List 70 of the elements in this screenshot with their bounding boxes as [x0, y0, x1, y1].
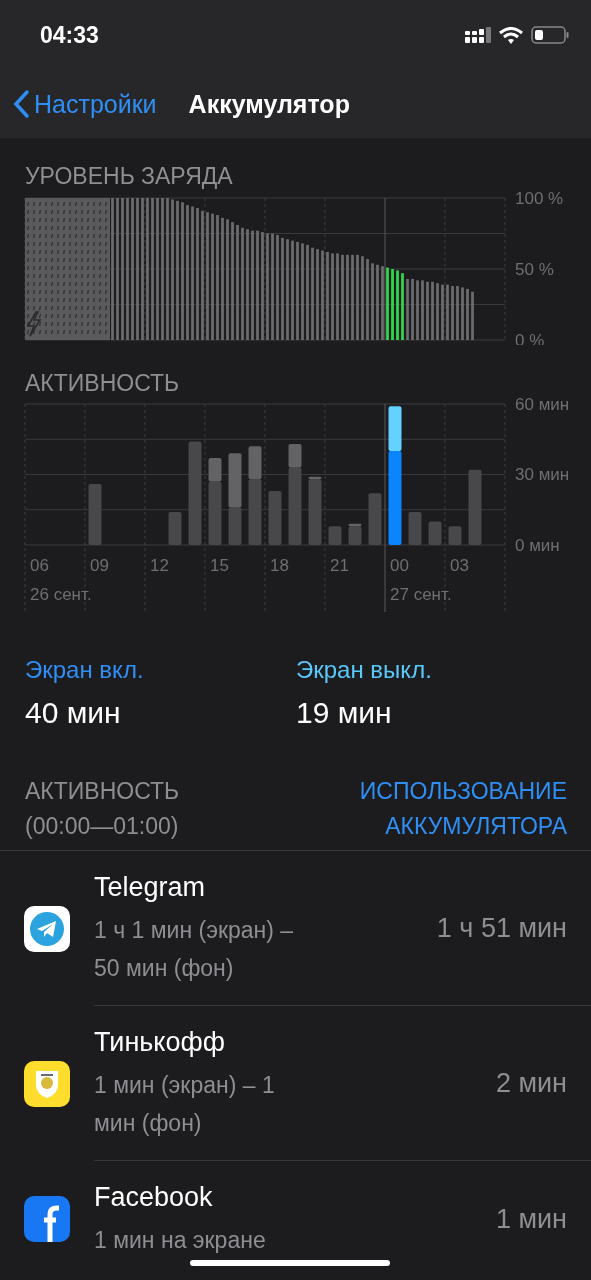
app-name: Telegram — [94, 871, 207, 904]
wifi-icon — [499, 26, 523, 44]
signal-icon — [465, 27, 491, 43]
app-usage-time: 1 мин — [495, 1204, 567, 1235]
battery-bar — [406, 278, 409, 340]
date-label: 27 сент. — [390, 585, 452, 604]
section-title: АКТИВНОСТЬ — [24, 369, 181, 397]
axis-label: 21 — [330, 556, 349, 575]
activity-bar — [428, 521, 442, 545]
charging-icon — [26, 311, 42, 337]
activity-bar — [328, 526, 342, 545]
battery-bar — [401, 273, 404, 340]
app-usage-detail: 1 мин на экране — [94, 1226, 267, 1255]
chevron-icon — [12, 89, 30, 119]
metric-label: Экран выкл. — [296, 655, 433, 685]
activity-bar — [268, 490, 282, 545]
app-usage-time: 1 ч 51 мин — [436, 913, 567, 944]
axis-label: 12 — [150, 556, 169, 575]
axis-label: 00 — [390, 556, 409, 575]
battery-bar — [391, 269, 394, 340]
axis-label: 60 мин — [515, 397, 570, 414]
app-icon — [24, 905, 70, 952]
metric-value: 40 мин — [25, 695, 122, 731]
axis-label: 50 % — [515, 259, 554, 279]
time-range: (00:00—01:00) — [25, 812, 180, 841]
axis-label: 03 — [450, 556, 469, 575]
axis-label: 06 — [30, 556, 49, 575]
metric-value: 19 мин — [296, 695, 393, 731]
battery-bar — [446, 284, 449, 340]
activity-bar — [168, 512, 182, 545]
usage-toggle-link[interactable]: ИСПОЛЬЗОВАНИЕ АККУМУЛЯТОРА — [307, 774, 567, 844]
battery-bar — [431, 281, 434, 340]
axis-label: 100 % — [515, 190, 564, 208]
app-icon — [24, 1060, 70, 1107]
date-label: 26 сент. — [30, 585, 92, 604]
battery-bar — [461, 287, 464, 340]
battery-bar — [396, 270, 399, 340]
activity-bar — [368, 493, 382, 545]
back-button[interactable]: Настройки — [12, 89, 157, 119]
battery-bar — [441, 284, 444, 340]
axis-label: 15 — [210, 556, 229, 575]
axis-label: 30 мин — [515, 465, 570, 484]
page-title: Аккумулятор — [188, 89, 350, 119]
activity-bar — [448, 526, 462, 545]
battery-bar — [451, 286, 454, 340]
battery-icon — [531, 26, 569, 44]
battery-bar — [421, 280, 424, 340]
section-title: АКТИВНОСТЬ — [25, 777, 180, 806]
axis-label: 18 — [270, 556, 289, 575]
battery-bar — [471, 291, 474, 340]
battery-bar — [416, 280, 419, 340]
app-name: Тинькофф — [94, 1026, 226, 1059]
metric-label: Экран вкл. — [25, 655, 145, 685]
axis-label: 0 % — [515, 330, 545, 345]
battery-bar — [436, 283, 439, 340]
axis-label: 0 мин — [515, 535, 560, 555]
app-usage-detail: 1 мин (экран) – 1 мин (фон) — [94, 1071, 276, 1138]
section-title: УРОВЕНЬ ЗАРЯДА — [24, 162, 234, 190]
app-usage-detail: 1 ч 1 мин (экран) – 50 мин (фон) — [94, 916, 295, 983]
activity-bar — [408, 512, 422, 545]
battery-bar — [426, 281, 429, 340]
status-time: 04:33 — [40, 21, 99, 49]
app-icon — [24, 1196, 70, 1242]
app-name: Facebook — [94, 1181, 214, 1214]
battery-bar — [466, 288, 469, 340]
activity-bar — [88, 483, 102, 545]
battery-bar — [456, 286, 459, 340]
app-usage-time: 2 мин — [495, 1068, 567, 1099]
axis-label: 09 — [90, 556, 109, 575]
battery-bar — [411, 278, 414, 340]
